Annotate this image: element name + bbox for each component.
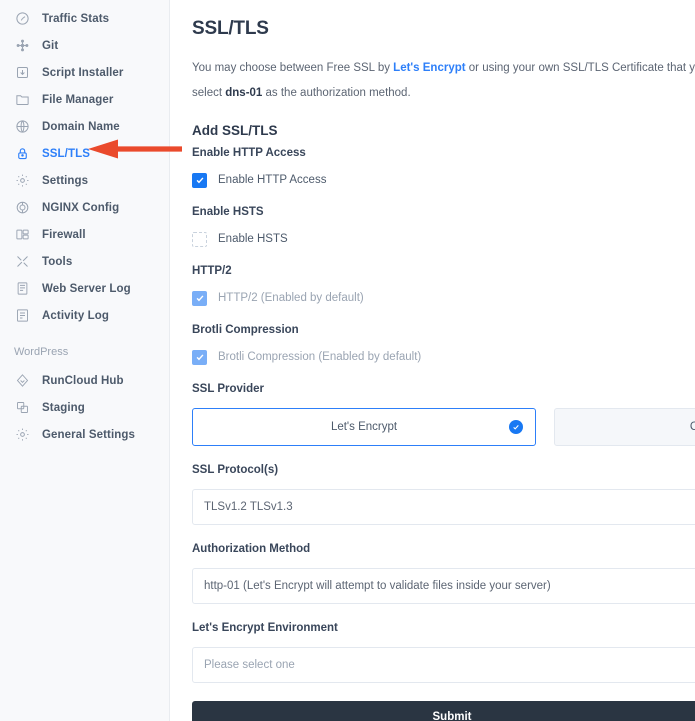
intro-text-before: You may choose between Free SSL by	[192, 62, 394, 74]
authorization-method-select[interactable]: http-01 (Let's Encrypt will attempt to v…	[192, 568, 695, 605]
sidebar-item-label: Settings	[42, 174, 89, 187]
add-ssl-tls-heading: Add SSL/TLS	[192, 123, 278, 139]
submit-button[interactable]: Submit	[192, 701, 695, 721]
gear-icon	[14, 173, 30, 189]
sidebar-item-git[interactable]: Git	[0, 32, 169, 59]
sidebar-item-label: Git	[42, 39, 59, 52]
sidebar-item-label: NGINX Config	[42, 201, 120, 214]
row-brotli-compression: Brotli Compression (Enabled by default)	[192, 349, 695, 365]
label-enable-http-access: Enable HTTP Access	[192, 147, 306, 160]
row-enable-hsts[interactable]: Enable HSTS	[192, 231, 695, 247]
sidebar-item-label: SSL/TLS	[42, 147, 90, 160]
checkbox-label-enable-http-access: Enable HTTP Access	[218, 174, 327, 187]
lets-encrypt-environment-placeholder: Please select one	[204, 659, 295, 672]
app-root: Traffic Stats Git Script Installer File …	[0, 0, 695, 721]
log-icon	[14, 281, 30, 297]
label-enable-hsts: Enable HSTS	[192, 206, 264, 219]
sidebar-item-label: RunCloud Hub	[42, 374, 124, 387]
sidebar-item-label: Script Installer	[42, 66, 124, 79]
firewall-icon	[14, 227, 30, 243]
checkbox-label-http2: HTTP/2 (Enabled by default)	[218, 292, 364, 305]
sidebar-item-label: General Settings	[42, 428, 135, 441]
check-circle-icon	[509, 420, 523, 435]
intro-line2-after: as the authorization method.	[262, 86, 411, 99]
provider-card-label: Custom (Veris	[689, 421, 695, 434]
sidebar-item-label: File Manager	[42, 93, 114, 106]
sidebar-item-label: Staging	[42, 401, 85, 414]
sidebar-item-traffic-stats[interactable]: Traffic Stats	[0, 5, 169, 32]
sidebar-item-label: Activity Log	[42, 309, 110, 322]
sidebar-item-web-server-log[interactable]: Web Server Log	[0, 275, 169, 302]
sidebar-item-label: Firewall	[42, 228, 86, 241]
sidebar-item-tools[interactable]: Tools	[0, 248, 169, 275]
row-http2: HTTP/2 (Enabled by default)	[192, 290, 695, 306]
label-brotli-compression: Brotli Compression	[192, 324, 299, 337]
provider-card-label: Let's Encrypt	[330, 421, 398, 434]
sidebar-item-activity-log[interactable]: Activity Log	[0, 302, 169, 329]
sidebar-item-script-installer[interactable]: Script Installer	[0, 59, 169, 86]
sidebar-item-label: Domain Name	[42, 120, 120, 133]
main-content: SSL/TLS You may choose between Free SSL …	[170, 0, 695, 721]
git-icon	[14, 38, 30, 54]
sidebar-item-firewall[interactable]: Firewall	[0, 221, 169, 248]
checkbox-brotli-compression	[192, 349, 207, 365]
intro-paragraph: You may choose between Free SSL by Let's…	[192, 56, 695, 105]
sidebar-item-general-settings[interactable]: General Settings	[0, 421, 169, 448]
intro-line-2: select dns-01 as the authorization metho…	[192, 81, 695, 106]
provider-card-lets-encrypt[interactable]: Let's Encrypt	[192, 408, 536, 447]
row-enable-http-access[interactable]: Enable HTTP Access	[192, 172, 695, 188]
label-ssl-provider: SSL Provider	[192, 383, 265, 396]
sidebar-item-label: Traffic Stats	[42, 12, 110, 25]
tools-icon	[14, 254, 30, 270]
checkbox-enable-hsts[interactable]	[192, 231, 207, 247]
download-box-icon	[14, 65, 30, 81]
sidebar-item-label: Tools	[42, 255, 73, 268]
lets-encrypt-link[interactable]: Let's Encrypt	[393, 62, 465, 74]
sidebar-item-staging[interactable]: Staging	[0, 394, 169, 421]
gear-icon	[14, 427, 30, 443]
sidebar-section-wordpress: WordPress	[14, 346, 69, 358]
page-title: SSL/TLS	[192, 18, 269, 39]
checkbox-label-enable-hsts: Enable HSTS	[218, 233, 288, 246]
label-ssl-protocols: SSL Protocol(s)	[192, 464, 279, 477]
checkbox-http2	[192, 290, 207, 306]
nginx-icon	[14, 200, 30, 216]
sidebar-item-domain-name[interactable]: Domain Name	[0, 113, 169, 140]
provider-card-custom[interactable]: Custom (Veris	[554, 408, 695, 447]
label-http2: HTTP/2	[192, 265, 232, 278]
dns-01-bold: dns-01	[225, 86, 263, 99]
ssl-provider-options: Let's Encrypt Custom (Veris	[192, 408, 695, 447]
staging-icon	[14, 400, 30, 416]
activity-log-icon	[14, 308, 30, 324]
sidebar-item-file-manager[interactable]: File Manager	[0, 86, 169, 113]
authorization-method-value: http-01 (Let's Encrypt will attempt to v…	[204, 580, 551, 593]
sidebar-item-nginx-config[interactable]: NGINX Config	[0, 194, 169, 221]
sidebar-item-runcloud-hub[interactable]: RunCloud Hub	[0, 367, 169, 394]
label-authorization-method: Authorization Method	[192, 543, 311, 556]
sidebar-item-settings[interactable]: Settings	[0, 167, 169, 194]
sidebar-item-ssl-tls[interactable]: SSL/TLS	[0, 140, 169, 167]
ssl-protocols-value: TLSv1.2 TLSv1.3	[204, 501, 293, 514]
intro-line2-before: select	[192, 86, 226, 99]
sidebar-item-label: Web Server Log	[42, 282, 131, 295]
folder-icon	[14, 92, 30, 108]
hub-icon	[14, 373, 30, 389]
sidebar: Traffic Stats Git Script Installer File …	[0, 0, 170, 721]
globe-icon	[14, 119, 30, 135]
lets-encrypt-environment-select[interactable]: Please select one	[192, 647, 695, 684]
label-lets-encrypt-environment: Let's Encrypt Environment	[192, 622, 338, 635]
intro-text-after: or using your own SSL/TLS Certificate th…	[468, 62, 695, 74]
lock-icon	[14, 146, 30, 162]
checkbox-label-brotli-compression: Brotli Compression (Enabled by default)	[218, 351, 422, 364]
gauge-icon	[14, 11, 30, 27]
ssl-protocols-select[interactable]: TLSv1.2 TLSv1.3	[192, 489, 695, 526]
checkbox-enable-http-access[interactable]	[192, 172, 207, 188]
